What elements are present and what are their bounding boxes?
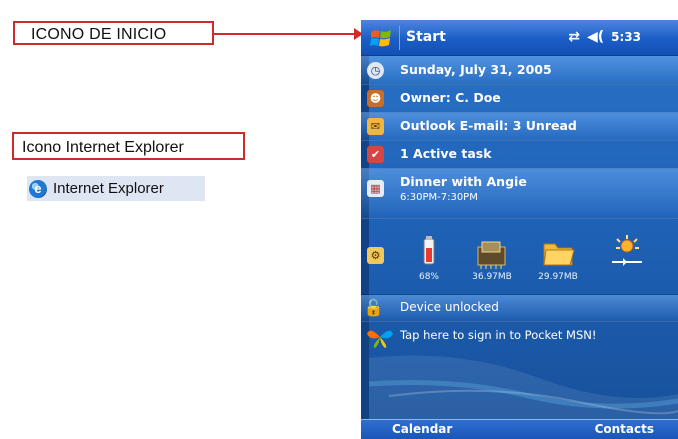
today-date-row[interactable]: ◷ Sunday, July 31, 2005: [361, 56, 678, 85]
memory-icon[interactable]: [473, 234, 511, 270]
msn-sign-in-prompt: Tap here to sign in to Pocket MSN!: [400, 328, 597, 342]
windows-flag-icon[interactable]: [369, 28, 394, 48]
connectivity-icon[interactable]: ⇄: [568, 29, 580, 45]
internet-explorer-icon: e: [29, 179, 47, 198]
battery-value: 68%: [418, 272, 439, 282]
backlight-icon[interactable]: [608, 234, 646, 270]
battery-icon[interactable]: [410, 234, 448, 270]
storage-value: 29.97MB: [538, 272, 578, 282]
storage-folder-icon[interactable]: [539, 234, 577, 270]
unlock-icon: 🔓: [363, 298, 384, 317]
memory-value: 36.97MB: [472, 272, 512, 282]
appointment-row[interactable]: ▦ Dinner with Angie 6:30PM-7:30PM: [361, 168, 678, 219]
appointment-title: Dinner with Angie: [400, 174, 527, 189]
msn-row[interactable]: Tap here to sign in to Pocket MSN!: [361, 322, 678, 350]
task-icon: ✔: [367, 146, 384, 163]
calendar-softkey[interactable]: Calendar: [392, 422, 452, 436]
start-menu-label[interactable]: Start: [406, 29, 446, 45]
volume-icon[interactable]: ◀(: [587, 29, 604, 45]
mail-status: Outlook E-mail: 3 Unread: [400, 118, 577, 133]
system-info-icon: ⚙: [367, 247, 384, 264]
owner-name: Owner: C. Doe: [400, 90, 501, 105]
status-area: ⇄ ◀( 5:33: [568, 29, 641, 45]
calendar-icon: ▦: [367, 180, 384, 197]
appointment-time: 6:30PM-7:30PM: [400, 192, 478, 203]
start-icon-pointer-line: [214, 33, 356, 35]
lock-status: Device unlocked: [400, 300, 499, 314]
background-swoosh: [369, 355, 678, 423]
system-info-row: ⚙ 68% 36.97MB 29.97MB: [361, 218, 678, 295]
title-bar: Start ⇄ ◀( 5:33: [361, 20, 678, 56]
ie-icon-annotation: Icono Internet Explorer: [12, 132, 245, 160]
today-date: Sunday, July 31, 2005: [400, 62, 552, 77]
title-separator: [399, 26, 400, 50]
task-row[interactable]: ✔ 1 Active task: [361, 140, 678, 169]
mail-icon: ✉: [367, 118, 384, 135]
lock-row[interactable]: 🔓 Device unlocked: [361, 295, 678, 322]
internet-explorer-label: Internet Explorer: [53, 180, 164, 197]
internet-explorer-shortcut[interactable]: e Internet Explorer: [27, 176, 205, 201]
mail-row[interactable]: ✉ Outlook E-mail: 3 Unread: [361, 112, 678, 141]
ie-icon-annotation-text: Icono Internet Explorer: [22, 139, 184, 156]
clock[interactable]: 5:33: [611, 30, 641, 44]
clock-icon: ◷: [367, 62, 384, 79]
owner-icon: ☻: [367, 90, 384, 107]
pocket-pc-screen: Start ⇄ ◀( 5:33 ◷ Sunday, July 31, 2005 …: [361, 20, 678, 439]
start-icon-annotation: ICONO DE INICIO: [13, 21, 214, 45]
task-status: 1 Active task: [400, 146, 492, 161]
softkey-bar: Calendar Contacts: [361, 419, 678, 439]
start-icon-annotation-text: ICONO DE INICIO: [31, 26, 167, 43]
msn-butterfly-icon: [367, 330, 393, 348]
contacts-softkey[interactable]: Contacts: [595, 422, 654, 436]
owner-row[interactable]: ☻ Owner: C. Doe: [361, 84, 678, 113]
